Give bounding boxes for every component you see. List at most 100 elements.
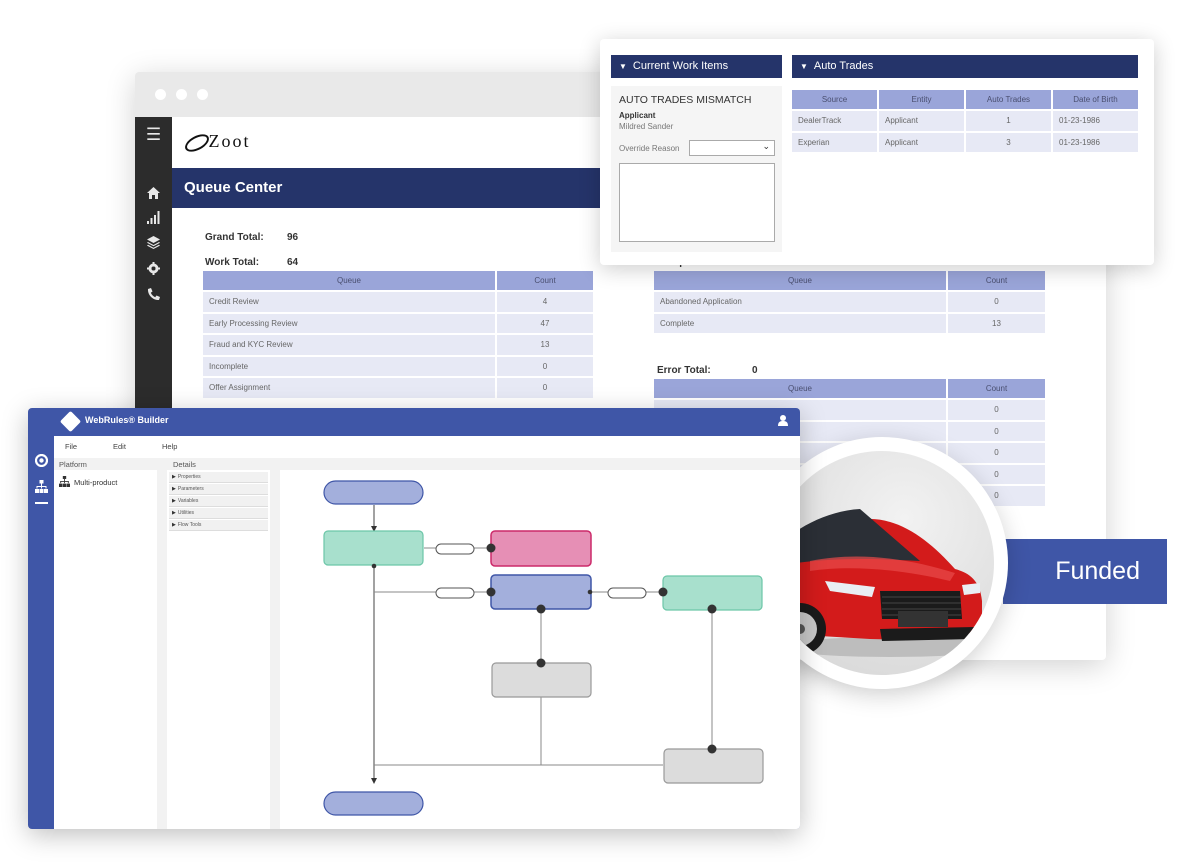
table-cell: Applicant — [879, 132, 964, 152]
builder-body: Platform Multi-product Details ▶ Properti… — [54, 458, 800, 829]
table-cell: Applicant — [879, 111, 964, 131]
flow-port[interactable] — [587, 589, 593, 595]
bar-chart-icon[interactable] — [135, 211, 172, 227]
work-queue-row[interactable]: Early Processing Review 47 — [203, 313, 593, 333]
table-cell: 4 — [497, 292, 593, 312]
menu-icon[interactable]: ☰ — [135, 126, 172, 143]
flow-port-arrow-icon[interactable] — [707, 744, 717, 754]
window-dot-maximize[interactable] — [197, 89, 208, 100]
auto-trades-title: Auto Trades — [813, 60, 874, 72]
auto-trades-header[interactable]: ▼ Auto Trades — [792, 55, 1138, 78]
webrules-builder-window: WebRules® Builder File Edit Help Platfor… — [28, 408, 800, 829]
flow-canvas[interactable] — [280, 470, 800, 829]
complete-queue-row[interactable]: Abandoned Application 0 — [654, 292, 1045, 312]
complete-queue-row[interactable]: Complete 13 — [654, 313, 1045, 333]
gear-icon[interactable] — [135, 262, 172, 278]
menu-help[interactable]: Help — [162, 442, 177, 451]
flow-node-start[interactable] — [323, 480, 424, 505]
work-queue-row[interactable]: Credit Review 4 — [203, 292, 593, 312]
flow-port-arrow-icon[interactable] — [658, 587, 668, 597]
table-cell: Credit Review — [203, 292, 495, 312]
flow-node-reject[interactable] — [490, 530, 592, 567]
details-item-utilities[interactable]: ▶ Utilities — [169, 508, 268, 519]
flow-node-end[interactable] — [323, 791, 424, 816]
column-header-count[interactable]: Count — [948, 379, 1045, 398]
flow-node-decision[interactable] — [323, 530, 424, 566]
current-work-items-title: Current Work Items — [632, 60, 729, 72]
layers-icon[interactable] — [135, 236, 172, 252]
platform-item-multi-product[interactable]: Multi-product — [59, 476, 117, 487]
auto-trades-row[interactable]: Experian Applicant 3 01-23-1986 — [792, 132, 1138, 152]
hierarchy-icon[interactable] — [28, 480, 54, 496]
work-total-value: 64 — [287, 257, 299, 268]
grand-total-value: 96 — [287, 232, 299, 243]
flow-node-task[interactable] — [491, 662, 592, 698]
details-item-label: Parameters — [177, 486, 204, 492]
work-queue-row[interactable]: Incomplete 0 — [203, 356, 593, 376]
window-dot-minimize[interactable] — [176, 89, 187, 100]
error-total: Error Total: 0 — [657, 365, 758, 376]
details-item-label: Variables — [177, 498, 199, 504]
user-icon[interactable] — [778, 415, 788, 429]
table-cell: Abandoned Application — [654, 292, 946, 312]
expand-triangle-icon: ▶ — [172, 510, 176, 516]
menu-edit[interactable]: Edit — [113, 442, 126, 451]
flow-condition-pill[interactable] — [435, 587, 475, 599]
phone-icon[interactable] — [135, 288, 172, 304]
column-header-queue[interactable]: Queue — [654, 379, 946, 398]
details-item-label: Flow Tools — [177, 522, 202, 528]
work-total: Work Total: 64 — [205, 257, 298, 268]
table-cell: Experian — [792, 132, 877, 152]
column-header-source[interactable]: Source — [792, 90, 877, 109]
table-cell: 13 — [948, 313, 1045, 333]
flow-port-arrow-icon[interactable] — [536, 604, 546, 614]
window-dot-close[interactable] — [155, 89, 166, 100]
car-icon — [770, 509, 994, 657]
lifebuoy-icon[interactable] — [28, 453, 54, 470]
override-reason-select[interactable]: ⌄ — [689, 140, 775, 156]
details-item-flow-tools[interactable]: ▶ Flow Tools — [169, 520, 268, 531]
table-cell: 0 — [948, 292, 1045, 312]
hierarchy-icon — [59, 476, 70, 487]
flow-condition-pill[interactable] — [607, 587, 647, 599]
work-queue-row[interactable]: Offer Assignment 0 — [203, 378, 593, 398]
table-cell: Offer Assignment — [203, 378, 495, 398]
table-cell: 0 — [948, 421, 1045, 441]
column-header-count[interactable]: Count — [497, 271, 593, 290]
expand-triangle-icon: ▶ — [172, 474, 176, 480]
details-item-parameters[interactable]: ▶ Parameters — [169, 484, 268, 495]
work-queue-row[interactable]: Fraud and KYC Review 13 — [203, 335, 593, 355]
auto-trades-row[interactable]: DealerTrack Applicant 1 01-23-1986 — [792, 111, 1138, 131]
column-header-queue[interactable]: Queue — [203, 271, 495, 290]
chevron-down-icon[interactable]: ⌄ — [762, 141, 770, 152]
current-work-items-header[interactable]: ▼ Current Work Items — [611, 55, 782, 78]
flow-condition-pill[interactable] — [435, 543, 475, 555]
collapse-triangle-icon[interactable]: ▼ — [619, 62, 627, 71]
collapse-triangle-icon[interactable]: ▼ — [800, 62, 808, 71]
menu-bar: File Edit Help — [54, 436, 800, 458]
column-header-auto-trades[interactable]: Auto Trades — [966, 90, 1051, 109]
flow-port-arrow-icon[interactable] — [707, 604, 717, 614]
flow-port-arrow-icon[interactable] — [536, 658, 546, 668]
flow-port-arrow-icon[interactable] — [486, 587, 496, 597]
expand-triangle-icon: ▶ — [172, 498, 176, 504]
flow-node-task-2[interactable] — [663, 748, 764, 784]
details-item-properties[interactable]: ▶ Properties — [169, 472, 268, 483]
table-cell: Fraud and KYC Review — [203, 335, 495, 355]
table-cell: Early Processing Review — [203, 313, 495, 333]
flow-node-process[interactable] — [490, 574, 592, 610]
home-icon[interactable] — [135, 186, 172, 202]
column-header-count[interactable]: Count — [948, 271, 1045, 290]
menu-file[interactable]: File — [65, 442, 77, 451]
table-cell: 0 — [948, 400, 1045, 420]
override-notes-textarea[interactable] — [619, 163, 775, 242]
flow-port-arrow-icon[interactable] — [486, 543, 496, 553]
flow-port[interactable] — [371, 563, 377, 569]
column-header-date-of-birth[interactable]: Date of Birth — [1053, 90, 1138, 109]
expand-triangle-icon: ▶ — [172, 486, 176, 492]
details-item-variables[interactable]: ▶ Variables — [169, 496, 268, 507]
column-header-entity[interactable]: Entity — [879, 90, 964, 109]
column-header-queue[interactable]: Queue — [654, 271, 946, 290]
page-title: Queue Center — [184, 179, 283, 196]
grand-total: Grand Total: 96 — [205, 232, 298, 243]
